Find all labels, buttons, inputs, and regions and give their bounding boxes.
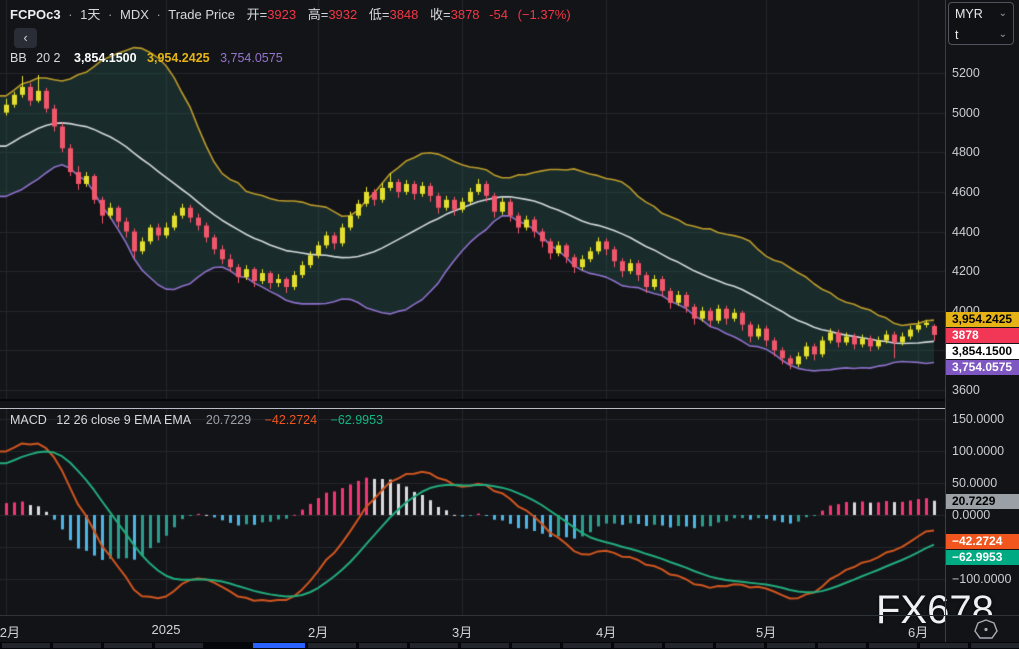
macd-hist-tag: 20.7229: [946, 493, 1019, 509]
time-axis-label: 5月: [756, 625, 777, 640]
price-tick-label: 5200: [952, 66, 980, 80]
macd-tick-label: 0.0000: [952, 508, 991, 522]
change-value: -54: [489, 7, 508, 22]
low-label: 低=: [368, 7, 390, 22]
timeline-segment: [410, 643, 458, 648]
timeline-segment: [869, 643, 917, 648]
currency-value: MYR: [955, 6, 983, 21]
exchange-label: MDX: [120, 7, 149, 22]
change-percent: (−1.37%): [517, 7, 571, 22]
target-icon[interactable]: [946, 616, 1019, 642]
time-axis-border: [0, 615, 1019, 616]
open-value: 3923: [267, 7, 297, 22]
chart-header: FCPOc3 · 1天 · MDX · Trade Price 开=3923 高…: [10, 4, 571, 23]
price-tick-label: 4800: [952, 145, 980, 160]
macd-tick-label: 150.0000: [952, 412, 1005, 426]
timeline-segment: [2, 643, 50, 648]
macd-indicator-legend[interactable]: MACD 12 26 close 9 EMA EMA 20.7229 −42.2…: [10, 413, 383, 427]
price-tick-label: 5000: [952, 105, 980, 120]
timeline-segment: [614, 643, 662, 648]
axis-corner: [946, 616, 1019, 642]
time-scale[interactable]: 12月 2025 2月 3月 4月 5月 6月: [0, 616, 946, 642]
bb-name: BB: [10, 51, 27, 65]
separator-dot: ·: [108, 7, 113, 22]
time-axis-label: 2月: [308, 625, 329, 640]
bb-basis-value: 3,854.1500: [74, 51, 137, 65]
low-value: 3848: [389, 7, 419, 22]
timeline-segment: [767, 643, 815, 648]
price-tick-label: 4400: [952, 224, 980, 239]
macd-tick-label: 50.0000: [952, 476, 998, 490]
chevron-down-icon: ⌄: [998, 29, 1007, 40]
scale-settings-box: MYR ⌄ t ⌄: [948, 2, 1014, 45]
pane-divider[interactable]: [0, 399, 1019, 401]
timeline-segment: [716, 643, 764, 648]
open-label: 开=: [246, 7, 268, 22]
unit-value: t: [955, 27, 959, 42]
timeline-segment: [818, 643, 866, 648]
macd-signal-tag: −62.9953: [946, 550, 1019, 566]
timeline-segment: [512, 643, 560, 648]
price-tick-label: 4200: [952, 264, 980, 279]
time-axis-label: 3月: [452, 625, 473, 640]
price-tick-label: 3600: [952, 383, 980, 397]
macd-hist-value: 20.7229: [205, 413, 252, 427]
symbol-name[interactable]: FCPOc3: [10, 7, 61, 22]
bb-lower-value: 3,754.0575: [220, 51, 283, 65]
currency-select[interactable]: MYR ⌄: [949, 3, 1013, 24]
price-axis-border: [945, 0, 946, 642]
macd-params: 12 26 close 9 EMA EMA: [56, 413, 191, 427]
bb-basis-tag: 3,854.1500: [946, 343, 1019, 359]
price-tick-label: 4600: [952, 184, 980, 199]
bb-upper-tag: 3,954.2425: [946, 311, 1019, 327]
macd-name: MACD: [10, 413, 47, 427]
timeline-segment: [920, 643, 968, 648]
back-button[interactable]: ‹: [14, 28, 37, 48]
timeline-segment: [104, 643, 152, 648]
trading-chart-app: FCPOc3 · 1天 · MDX · Trade Price 开=3923 高…: [0, 0, 1019, 649]
bb-params: 20 2: [36, 51, 61, 65]
macd-line-tag: −42.2724: [946, 534, 1019, 550]
pane-resize-handle[interactable]: [0, 408, 1019, 409]
timeline-segment: [971, 643, 1019, 648]
timeline-segment: [461, 643, 509, 648]
timeline-segment: [155, 643, 203, 648]
time-axis-label: 6月: [908, 625, 929, 640]
timeline-segment: [53, 643, 101, 648]
close-value: 3878: [450, 7, 480, 22]
time-axis-label: 2025: [151, 622, 181, 637]
timeline-segment: [665, 643, 713, 648]
unit-select[interactable]: t ⌄: [949, 24, 1013, 45]
time-axis-label: 12月: [0, 625, 20, 640]
timeline-segment: [308, 643, 356, 648]
price-scale[interactable]: MYR ⌄ t ⌄ 5200 5000 4800 4600 4400 4200 4000 36…: [946, 0, 1019, 616]
interval-label[interactable]: 1天: [80, 7, 100, 22]
high-value: 3932: [328, 7, 358, 22]
series-type-label: Trade Price: [168, 7, 235, 22]
high-label: 高=: [307, 7, 329, 22]
timeline-navigation-strip[interactable]: [0, 642, 1019, 649]
macd-chart-canvas[interactable]: [0, 409, 946, 615]
bb-upper-value: 3,954.2425: [147, 51, 210, 65]
timeline-viewport-handle[interactable]: [253, 643, 305, 648]
macd-signal-value: −62.9953: [330, 413, 384, 427]
macd-tick-label: −100.0000: [952, 572, 1012, 586]
chevron-down-icon: ⌄: [998, 8, 1007, 19]
macd-line-value: −42.2724: [264, 413, 318, 427]
separator-dot: ·: [68, 7, 73, 22]
close-label: 收=: [430, 7, 451, 22]
macd-tick-label: 100.0000: [952, 444, 1005, 458]
last-price-tag: 3878: [946, 327, 1019, 343]
timeline-segment: [359, 643, 407, 648]
separator-dot: ·: [156, 7, 161, 22]
bb-lower-tag: 3,754.0575: [946, 359, 1019, 375]
bb-indicator-legend[interactable]: BB 20 2 3,854.1500 3,954.2425 3,754.0575: [10, 51, 283, 65]
timeline-segment: [563, 643, 611, 648]
time-axis-label: 4月: [596, 625, 617, 640]
